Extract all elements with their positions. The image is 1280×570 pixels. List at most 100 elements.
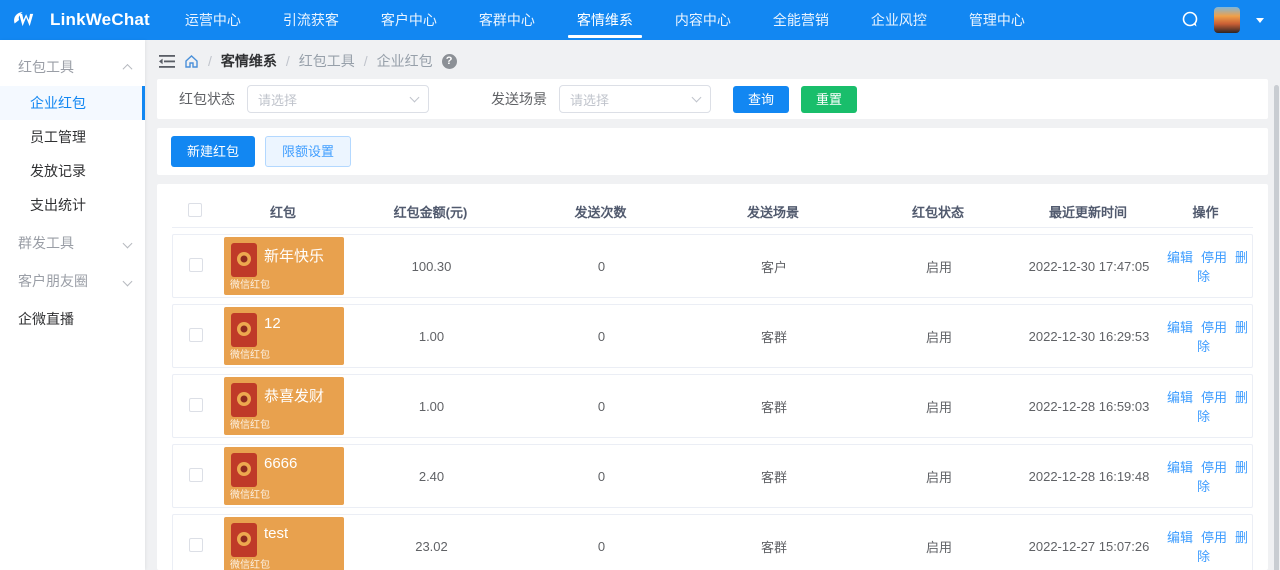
packet-title: 12 bbox=[264, 315, 281, 332]
message-icon[interactable] bbox=[1180, 10, 1200, 30]
stop-link[interactable]: 停用 bbox=[1201, 460, 1227, 475]
cell-updated: 2022-12-28 16:19:48 bbox=[1028, 468, 1150, 484]
edit-link[interactable]: 编辑 bbox=[1167, 250, 1193, 265]
cell-updated: 2022-12-28 16:59:03 bbox=[1028, 398, 1150, 414]
row-checkbox[interactable] bbox=[189, 257, 203, 272]
sidebar-item-label: 员工管理 bbox=[30, 129, 86, 145]
cell-count: 0 bbox=[597, 538, 606, 554]
nav-customer-center[interactable]: 客户中心 bbox=[360, 0, 458, 40]
cell-status: 启用 bbox=[925, 469, 952, 485]
sidebar-group-redpacket-tools[interactable]: 红包工具 bbox=[0, 48, 145, 86]
breadcrumb-level1[interactable]: 客情维系 bbox=[221, 51, 277, 71]
vertical-scrollbar[interactable] bbox=[1274, 85, 1279, 570]
cell-scene: 客群 bbox=[760, 329, 787, 345]
sidebar-item-staff-management[interactable]: 员工管理 bbox=[0, 120, 145, 154]
scene-select-placeholder: 请选择 bbox=[570, 92, 610, 108]
select-all-checkbox[interactable] bbox=[188, 203, 202, 217]
sidebar-item-wecom-live[interactable]: 企微直播 bbox=[0, 300, 145, 338]
cell-amount: 100.30 bbox=[411, 258, 452, 274]
cell-amount: 23.02 bbox=[415, 538, 448, 554]
cell-count: 0 bbox=[597, 328, 606, 344]
create-redpacket-button[interactable]: 新建红包 bbox=[171, 136, 256, 167]
cell-scene: 客群 bbox=[760, 539, 787, 555]
header-count: 发送次数 bbox=[574, 205, 627, 220]
sidebar-group-mass-send-tools[interactable]: 群发工具 bbox=[0, 224, 145, 262]
nav-lead-acquisition[interactable]: 引流获客 bbox=[262, 0, 360, 40]
reset-button[interactable]: 重置 bbox=[801, 85, 858, 113]
table-row: 6666 微信红包 2.40 0 客群 启用 2022-12-28 16:19:… bbox=[172, 444, 1253, 508]
brand-name: LinkWeChat bbox=[50, 10, 150, 29]
row-checkbox[interactable] bbox=[189, 397, 203, 412]
breadcrumb-level2[interactable]: 红包工具 bbox=[299, 51, 355, 71]
red-packet-card: 恭喜发财 微信红包 bbox=[224, 377, 344, 435]
limit-settings-button[interactable]: 限额设置 bbox=[265, 136, 352, 167]
chevron-down-icon bbox=[122, 276, 133, 286]
redpacket-table: 红包 红包金额(元) 发送次数 发送场景 红包状态 最近更新时间 操作 新年快乐… bbox=[157, 184, 1268, 570]
edit-link[interactable]: 编辑 bbox=[1167, 390, 1193, 405]
query-button[interactable]: 查询 bbox=[733, 85, 790, 113]
nav-operation-center[interactable]: 运营中心 bbox=[164, 0, 262, 40]
edit-link[interactable]: 编辑 bbox=[1167, 460, 1193, 475]
sidebar-item-enterprise-redpacket[interactable]: 企业红包 bbox=[0, 86, 145, 120]
scene-filter-label: 发送场景 bbox=[491, 91, 547, 107]
table-row: 恭喜发财 微信红包 1.00 0 客群 启用 2022-12-28 16:59:… bbox=[172, 374, 1253, 438]
packet-title: 6666 bbox=[264, 455, 298, 472]
nav-group-center[interactable]: 客群中心 bbox=[458, 0, 556, 40]
nav-customer-care[interactable]: 客情维系 bbox=[556, 0, 654, 40]
sidebar-fold-icon[interactable] bbox=[159, 54, 175, 68]
cell-count: 0 bbox=[597, 398, 606, 414]
packet-title: 恭喜发财 bbox=[264, 388, 325, 405]
header-packet: 红包 bbox=[269, 205, 296, 220]
header-amount: 红包金额(元) bbox=[393, 205, 468, 220]
edit-link[interactable]: 编辑 bbox=[1167, 320, 1193, 335]
cell-updated: 2022-12-30 17:47:05 bbox=[1028, 258, 1150, 274]
nav-enterprise-risk[interactable]: 企业风控 bbox=[850, 0, 948, 40]
stop-link[interactable]: 停用 bbox=[1201, 390, 1227, 405]
main-content: / 客情维系 / 红包工具 / 企业红包 ? 红包状态 请选择 发送场景 请选择… bbox=[145, 40, 1280, 570]
breadcrumb-level3[interactable]: 企业红包 bbox=[377, 51, 433, 71]
nav-omni-marketing[interactable]: 全能营销 bbox=[752, 0, 850, 40]
breadcrumb: / 客情维系 / 红包工具 / 企业红包 ? bbox=[145, 40, 1280, 79]
breadcrumb-separator: / bbox=[285, 53, 290, 69]
cell-scene: 客群 bbox=[760, 399, 787, 415]
stop-link[interactable]: 停用 bbox=[1201, 250, 1227, 265]
sidebar-group-customer-moments[interactable]: 客户朋友圈 bbox=[0, 262, 145, 300]
chevron-down-icon bbox=[122, 238, 133, 248]
home-icon[interactable] bbox=[184, 54, 199, 69]
table-row: 新年快乐 微信红包 100.30 0 客户 启用 2022-12-30 17:4… bbox=[172, 234, 1253, 298]
packet-type-label: 微信红包 bbox=[230, 280, 270, 291]
row-checkbox[interactable] bbox=[189, 467, 203, 482]
cell-amount: 1.00 bbox=[418, 328, 445, 344]
help-icon[interactable]: ? bbox=[441, 53, 457, 69]
nav-admin-center[interactable]: 管理中心 bbox=[948, 0, 1046, 40]
header-status: 红包状态 bbox=[911, 205, 964, 220]
packet-title: 新年快乐 bbox=[264, 248, 325, 265]
sidebar-item-send-records[interactable]: 发放记录 bbox=[0, 154, 145, 188]
sidebar-item-label: 企微直播 bbox=[18, 311, 74, 327]
stop-link[interactable]: 停用 bbox=[1201, 530, 1227, 545]
red-packet-card: 6666 微信红包 bbox=[224, 447, 344, 505]
cell-scene: 客群 bbox=[760, 469, 787, 485]
filter-panel: 红包状态 请选择 发送场景 请选择 查询 重置 bbox=[157, 79, 1268, 119]
cell-updated: 2022-12-27 15:07:26 bbox=[1028, 538, 1150, 554]
status-select[interactable]: 请选择 bbox=[247, 85, 429, 113]
stop-link[interactable]: 停用 bbox=[1201, 320, 1227, 335]
breadcrumb-separator: / bbox=[208, 53, 212, 69]
chevron-down-icon bbox=[409, 92, 420, 103]
row-checkbox[interactable] bbox=[189, 537, 203, 552]
avatar-caret-down-icon[interactable] bbox=[1256, 17, 1264, 23]
red-packet-card: 12 微信红包 bbox=[224, 307, 344, 365]
packet-title: test bbox=[264, 525, 289, 542]
sidebar-item-expense-stats[interactable]: 支出统计 bbox=[0, 188, 145, 222]
brand[interactable]: LinkWeChat bbox=[0, 0, 164, 40]
edit-link[interactable]: 编辑 bbox=[1167, 530, 1193, 545]
packet-type-label: 微信红包 bbox=[230, 560, 270, 570]
user-avatar[interactable] bbox=[1214, 7, 1240, 33]
cell-status: 启用 bbox=[925, 399, 952, 415]
row-checkbox[interactable] bbox=[189, 327, 203, 342]
red-envelope-icon bbox=[231, 243, 257, 277]
table-row: 12 微信红包 1.00 0 客群 启用 2022-12-30 16:29:53… bbox=[172, 304, 1253, 368]
breadcrumb-separator: / bbox=[363, 53, 368, 69]
nav-content-center[interactable]: 内容中心 bbox=[654, 0, 752, 40]
scene-select[interactable]: 请选择 bbox=[559, 85, 711, 113]
